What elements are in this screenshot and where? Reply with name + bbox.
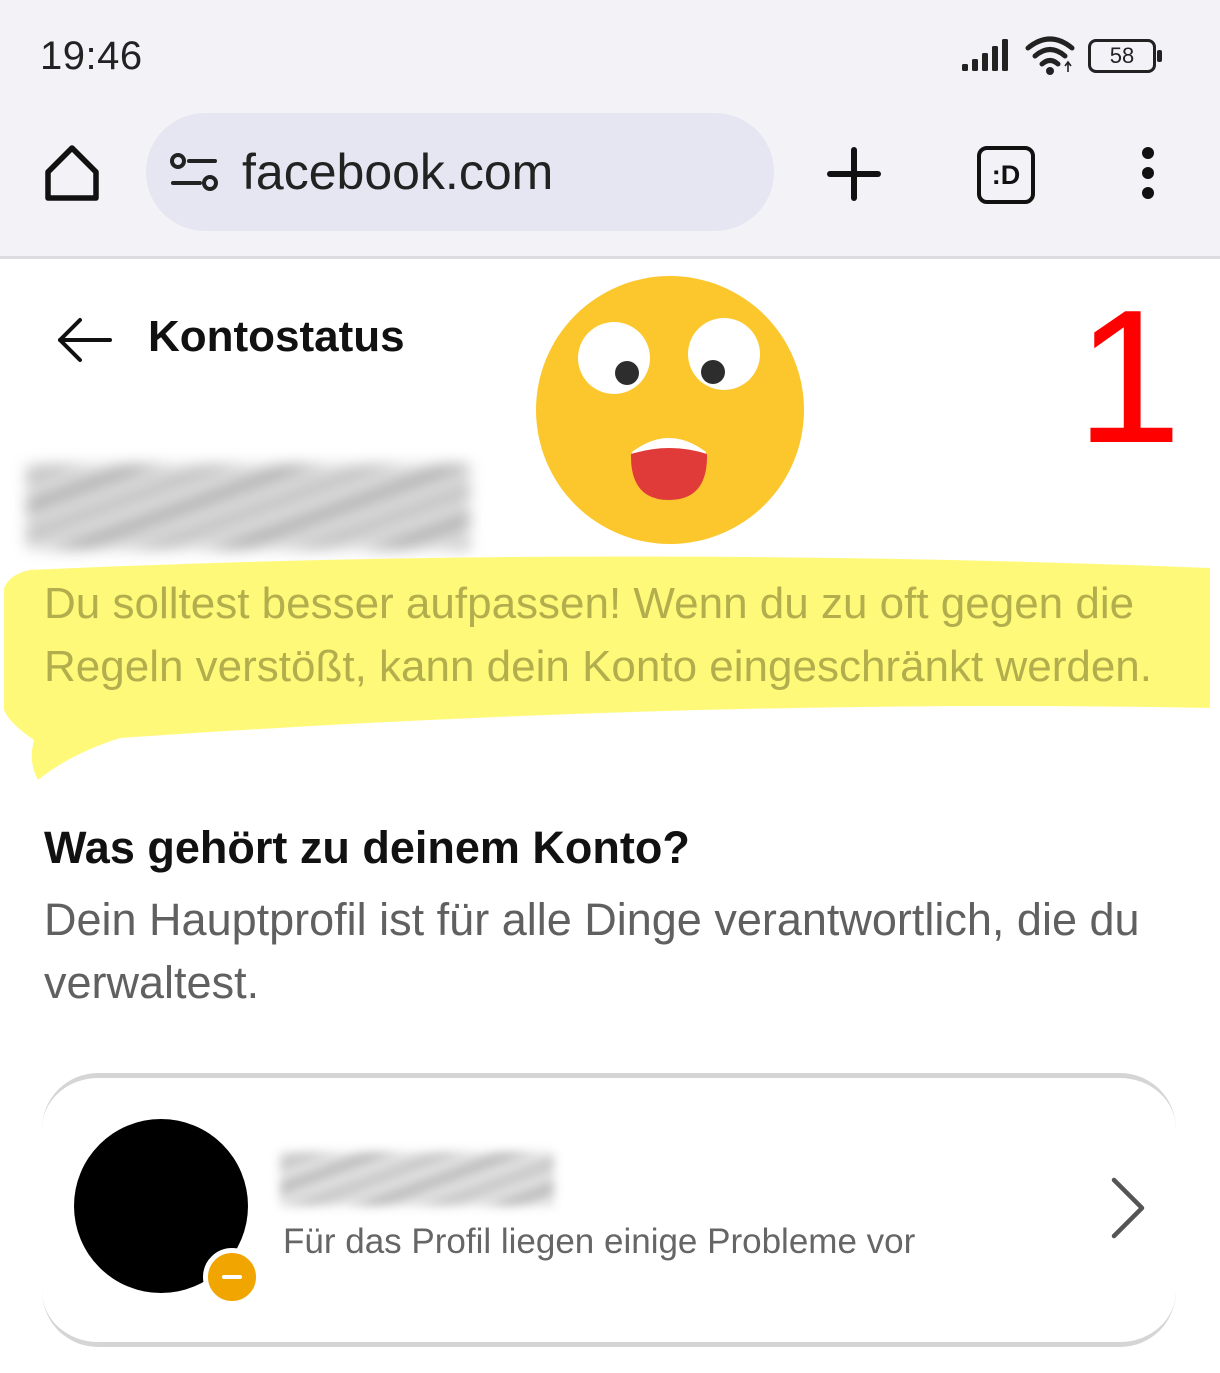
- browser-chrome: 19:46 58 facebook.com:D: [0, 0, 1220, 259]
- url-text: facebook.com: [242, 144, 554, 200]
- chevron-right-icon[interactable]: [1106, 1176, 1150, 1240]
- section-title: Was gehört zu deinem Konto?: [44, 822, 690, 873]
- annotation-number: 1: [1076, 271, 1182, 483]
- signal-icon: [962, 39, 1008, 71]
- page-title: Kontostatus: [148, 312, 405, 361]
- plus-icon[interactable]: [826, 146, 882, 202]
- site-settings-icon[interactable]: [170, 153, 220, 193]
- more-vert-icon[interactable]: [1134, 146, 1162, 200]
- back-arrow-icon[interactable]: [54, 312, 114, 368]
- shocked-emoji-icon: [536, 276, 804, 544]
- status-warning-icon: [203, 1248, 261, 1306]
- tabs-icon[interactable]: :D: [977, 146, 1035, 204]
- address-bar[interactable]: facebook.com: [146, 113, 774, 231]
- warning-text: Du solltest besser aufpassen! Wenn du zu…: [44, 579, 1152, 691]
- home-icon[interactable]: [40, 142, 104, 206]
- status-time: 19:46: [40, 34, 143, 78]
- wifi-icon: [1025, 36, 1075, 75]
- battery-icon: 58: [1088, 39, 1162, 73]
- blurred-profile-name: [280, 1152, 554, 1206]
- profile-status-text: Für das Profil liegen einige Probleme vo…: [283, 1222, 916, 1261]
- blurred-account-name: [26, 464, 470, 550]
- section-description: Dein Hauptprofil ist für alle Dinge vera…: [44, 894, 1140, 1008]
